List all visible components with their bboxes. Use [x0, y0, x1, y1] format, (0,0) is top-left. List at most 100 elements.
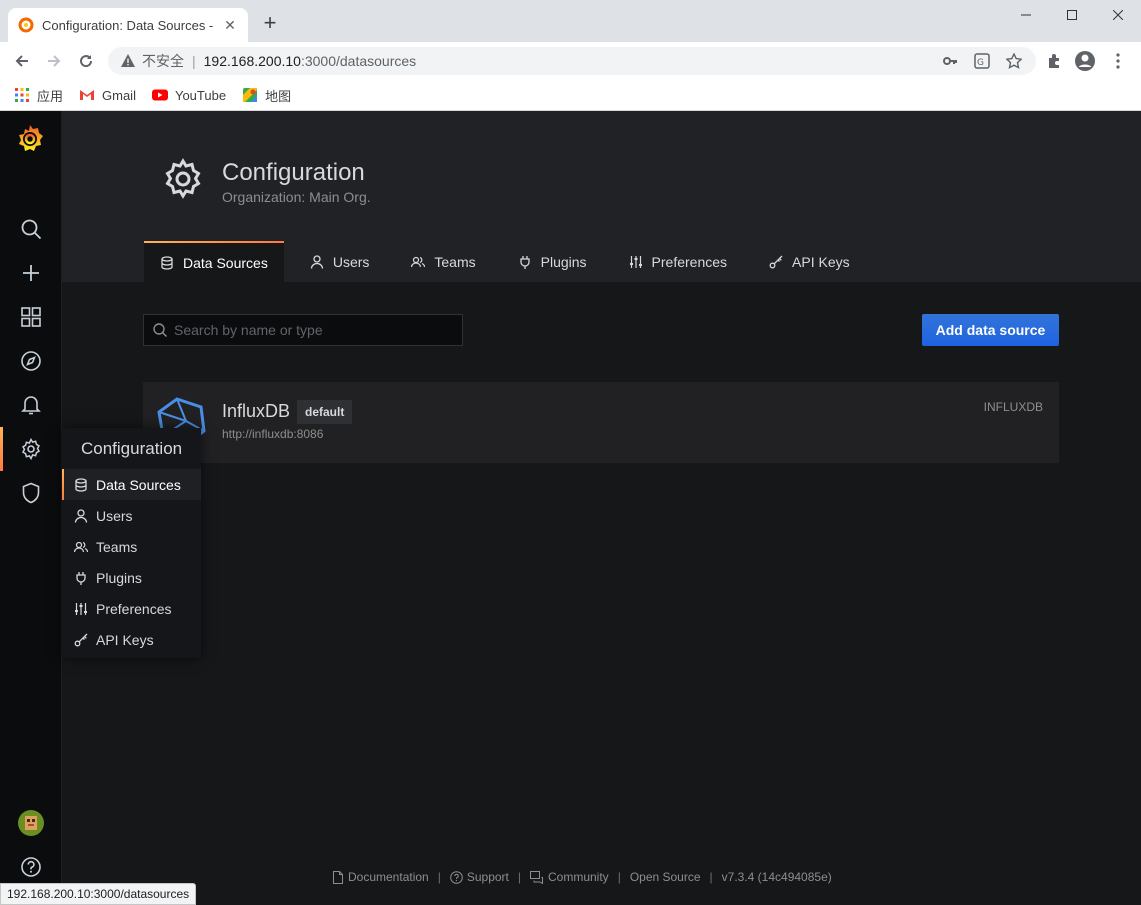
datasource-type: INFLUXDB: [983, 400, 1043, 414]
explore-icon[interactable]: [0, 339, 62, 383]
footer-support-label: Support: [466, 870, 509, 884]
browser-tab-title: Configuration: Data Sources -: [42, 17, 214, 33]
dropdown-item-label: Teams: [96, 538, 138, 555]
footer-separator: |: [517, 870, 521, 884]
tab-users[interactable]: Users: [294, 241, 386, 282]
user-icon: [74, 508, 88, 523]
url-host: 192.168.200.10: [203, 53, 301, 69]
maximize-icon[interactable]: [1049, 0, 1095, 30]
dropdown-item-plugins[interactable]: Plugins: [62, 562, 201, 593]
plug-icon: [76, 571, 86, 585]
minimize-icon[interactable]: [1003, 0, 1049, 30]
warning-icon: [121, 54, 135, 67]
bookmark-label: 地图: [265, 88, 292, 104]
profile-icon[interactable]: [1073, 49, 1097, 73]
close-window-icon[interactable]: [1095, 0, 1141, 30]
footer-version[interactable]: v7.3.4 (14c494085e): [722, 870, 832, 884]
close-tab-icon[interactable]: ✕: [222, 17, 238, 33]
users-icon: [411, 256, 426, 267]
browser-status-url: 192.168.200.10:3000/datasources: [0, 883, 197, 905]
browser-toolbar: 不安全 | 192.168.200.10:3000/datasources G: [0, 42, 1141, 80]
svg-text:G: G: [977, 58, 984, 68]
page-title: Configuration: [222, 159, 365, 186]
server-admin-icon[interactable]: [0, 471, 62, 515]
tab-api-keys[interactable]: API Keys: [753, 241, 866, 282]
forward-icon[interactable]: [42, 49, 66, 73]
alerting-icon[interactable]: [0, 383, 62, 427]
default-badge: default: [297, 400, 353, 424]
maps-icon: [243, 88, 258, 102]
insecure-label: 不安全: [142, 53, 184, 69]
search-input[interactable]: [174, 322, 454, 338]
dropdown-item-users[interactable]: Users: [62, 500, 201, 531]
grafana-logo-icon[interactable]: [13, 122, 47, 156]
tab-label: Preferences: [651, 253, 728, 270]
gmail-icon: [80, 90, 95, 100]
tab-label: Teams: [434, 253, 476, 270]
new-tab-button[interactable]: +: [258, 12, 282, 36]
question-icon: [450, 870, 463, 884]
datasource-card[interactable]: InfluxDB default http://influxdb:8086 IN…: [143, 382, 1059, 463]
search-icon[interactable]: [0, 207, 62, 251]
tab-teams[interactable]: Teams: [395, 241, 491, 282]
extensions-icon[interactable]: [1042, 49, 1066, 73]
browser-tab[interactable]: Configuration: Data Sources - ✕: [8, 8, 248, 42]
configuration-icon[interactable]: [0, 427, 62, 471]
dropdown-item-api-keys[interactable]: API Keys: [62, 624, 201, 655]
tab-label: Users: [332, 253, 370, 270]
tab-data-sources[interactable]: Data Sources: [144, 241, 284, 282]
dashboards-icon[interactable]: [0, 295, 62, 339]
sliders-icon: [629, 255, 642, 268]
dropdown-item-preferences[interactable]: Preferences: [62, 593, 201, 624]
footer-community-link[interactable]: Community: [530, 870, 609, 884]
dropdown-header[interactable]: Configuration: [62, 428, 201, 469]
youtube-icon: [151, 89, 168, 101]
tab-label: Data Sources: [183, 254, 268, 271]
tab-plugins[interactable]: Plugins: [502, 241, 603, 282]
bookmark-apps[interactable]: 应用: [14, 86, 63, 105]
bookmarks-bar: 应用 Gmail YouTube 地图: [0, 80, 1141, 111]
dropdown-item-teams[interactable]: Teams: [62, 531, 201, 562]
bookmark-star-icon[interactable]: [1006, 53, 1022, 69]
address-separator: |: [192, 53, 196, 69]
footer-version-label: v7.3.4 (14c494085e): [721, 870, 832, 884]
footer-separator: |: [437, 870, 441, 884]
tab-label: API Keys: [792, 253, 850, 270]
footer-support-link[interactable]: Support: [450, 870, 509, 884]
bookmark-label: 应用: [37, 88, 64, 104]
profile-avatar[interactable]: [0, 801, 62, 845]
translate-icon[interactable]: G: [974, 53, 990, 69]
dropdown-item-data-sources[interactable]: Data Sources: [62, 469, 201, 500]
tab-preferences[interactable]: Preferences: [613, 241, 743, 282]
grafana-favicon-icon: [18, 17, 34, 33]
configuration-header-icon: [165, 158, 201, 199]
bookmark-label: Gmail: [102, 87, 136, 103]
users-icon: [74, 541, 88, 552]
reload-icon[interactable]: [74, 49, 98, 73]
page-header: Configuration Organization: Main Org. Da…: [62, 111, 1141, 282]
dropdown-item-label: Plugins: [96, 569, 142, 586]
footer-documentation-link[interactable]: Documentation: [332, 870, 429, 884]
datasource-search: [143, 314, 463, 346]
dropdown-item-label: API Keys: [96, 631, 154, 648]
config-tabs: Data Sources Users Teams Plugins Prefere…: [144, 241, 876, 282]
datasource-name: InfluxDB: [222, 401, 291, 421]
url-path: :3000/datasources: [300, 53, 417, 69]
bookmark-maps[interactable]: 地图: [242, 86, 291, 105]
dropdown-item-label: Users: [96, 507, 133, 524]
bookmark-youtube[interactable]: YouTube: [151, 87, 226, 103]
plus-icon[interactable]: [0, 251, 62, 295]
comments-icon: [530, 870, 543, 884]
chrome-menu-icon[interactable]: [1106, 49, 1130, 73]
footer-separator: |: [617, 870, 621, 884]
main-page: Configuration Organization: Main Org. Da…: [62, 111, 1141, 905]
footer-documentation-label: Documentation: [348, 870, 429, 884]
page-subtitle: Organization: Main Org.: [222, 189, 371, 205]
add-data-source-button[interactable]: Add data source: [922, 314, 1059, 346]
password-key-icon[interactable]: [942, 53, 958, 69]
database-icon: [161, 255, 173, 270]
back-icon[interactable]: [10, 49, 34, 73]
footer-open-source-link[interactable]: Open Source: [630, 870, 701, 884]
address-bar[interactable]: 不安全 | 192.168.200.10:3000/datasources G: [108, 47, 1036, 75]
bookmark-gmail[interactable]: Gmail: [79, 87, 136, 103]
